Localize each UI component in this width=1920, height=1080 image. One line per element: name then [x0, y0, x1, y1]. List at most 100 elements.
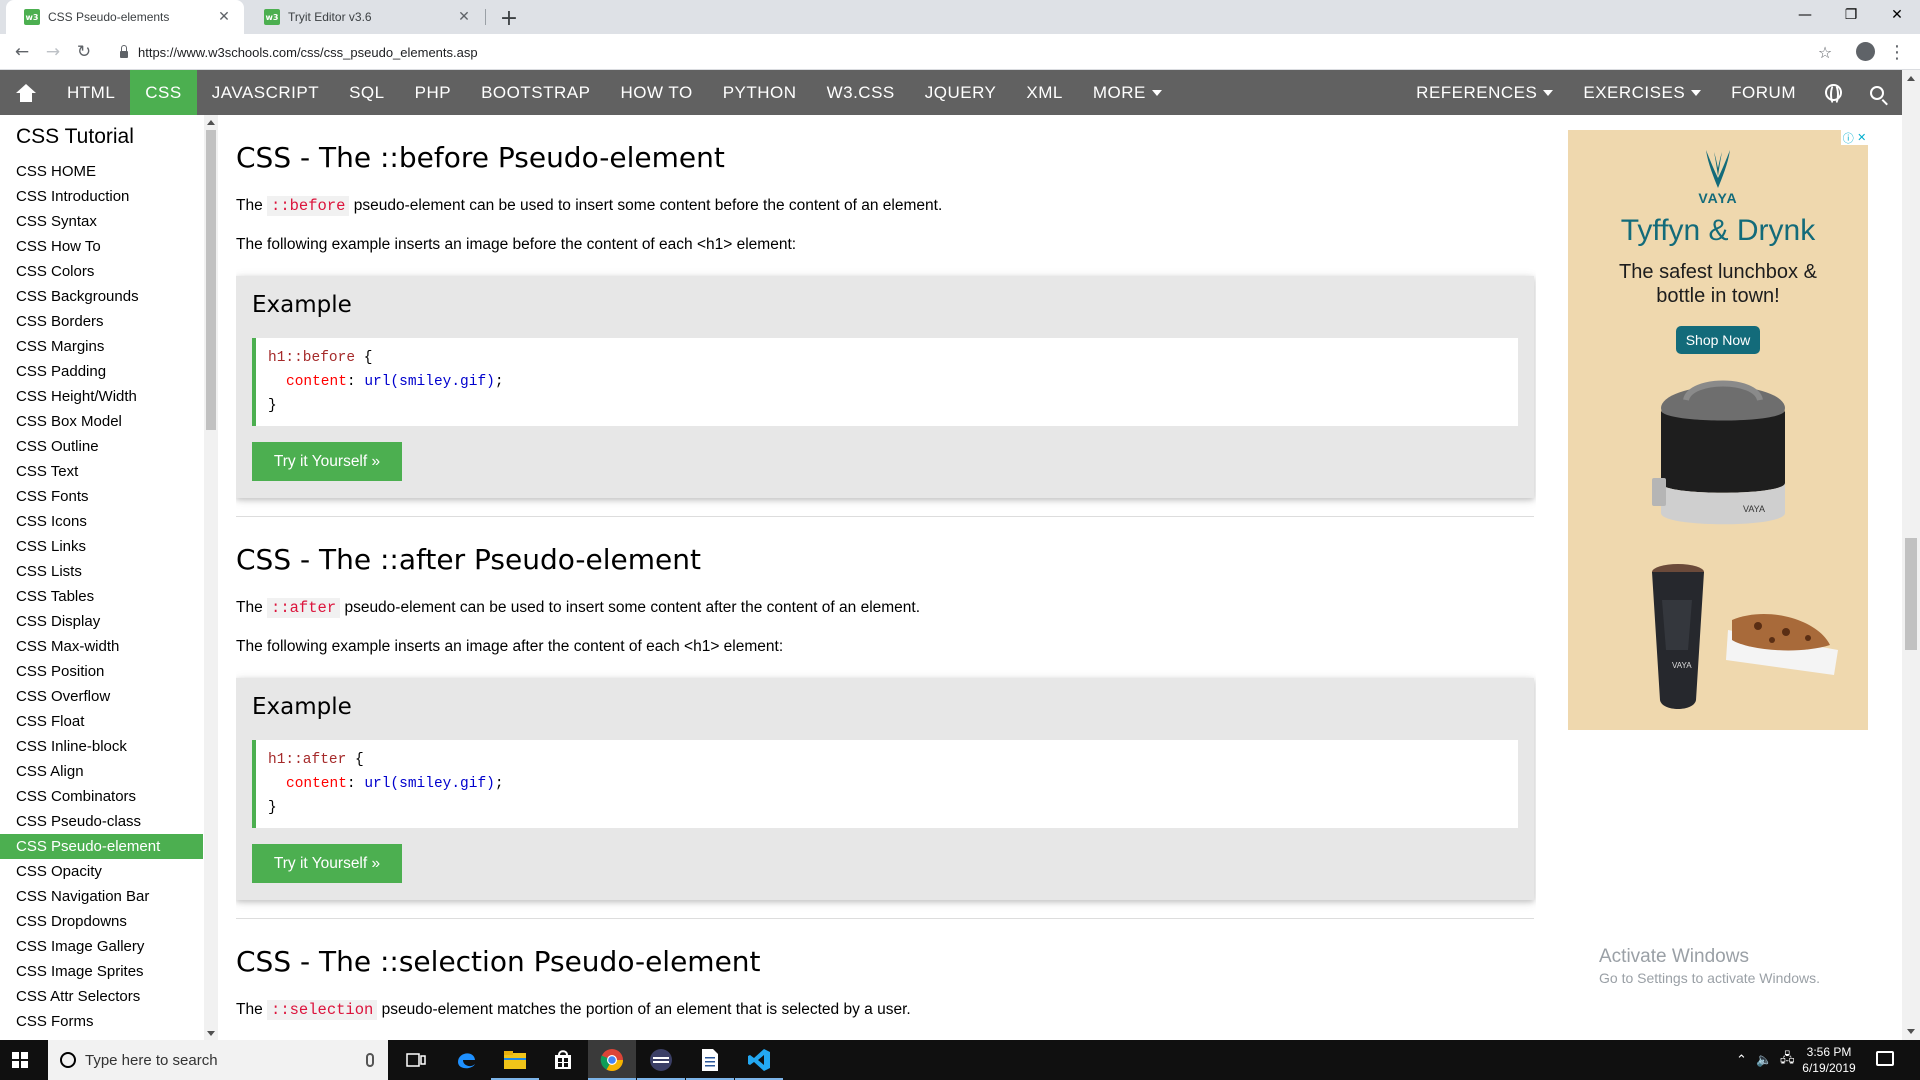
close-tab-icon[interactable]: ✕	[454, 7, 474, 27]
edge-browser-icon[interactable]	[442, 1040, 490, 1080]
sidebar-item-css-fonts[interactable]: CSS Fonts	[0, 484, 203, 509]
sidebar-item-css-align[interactable]: CSS Align	[0, 759, 203, 784]
page-scroll-thumb[interactable]	[1905, 538, 1917, 650]
new-tab-plus-icon[interactable]: +	[496, 5, 522, 31]
nav-php[interactable]: PHP	[400, 70, 466, 115]
close-tab-icon[interactable]: ✕	[214, 7, 234, 27]
task-view-icon[interactable]	[392, 1040, 440, 1080]
profile-avatar-icon[interactable]	[1856, 42, 1875, 61]
sidebar-item-css-overflow[interactable]: CSS Overflow	[0, 684, 203, 709]
nav-w3css[interactable]: W3.CSS	[812, 70, 910, 115]
sidebar-item-css-backgrounds[interactable]: CSS Backgrounds	[0, 284, 203, 309]
ad-choices-icon[interactable]: ⓘ ✕	[1841, 130, 1868, 145]
search-icon[interactable]	[1856, 70, 1902, 115]
app-launcher-icon[interactable]	[637, 1040, 685, 1080]
home-icon[interactable]	[0, 70, 52, 115]
sidebar-item-css-tables[interactable]: CSS Tables	[0, 584, 203, 609]
sidebar-item-css-how-to[interactable]: CSS How To	[0, 234, 203, 259]
windows-start-icon[interactable]	[12, 1052, 28, 1068]
back-arrow-icon[interactable]: ←	[10, 40, 34, 64]
scroll-up-arrow-icon[interactable]	[1907, 76, 1915, 81]
nav-javascript[interactable]: JAVASCRIPT	[197, 70, 334, 115]
sidebar-item-css-links[interactable]: CSS Links	[0, 534, 203, 559]
chrome-icon[interactable]	[588, 1040, 636, 1080]
microphone-icon[interactable]	[366, 1053, 374, 1067]
globe-icon[interactable]	[1811, 70, 1856, 115]
nav-more-dropdown[interactable]: MORE	[1078, 70, 1177, 115]
sidebar-item-css-icons[interactable]: CSS Icons	[0, 509, 203, 534]
sidebar-item-css-max-width[interactable]: CSS Max-width	[0, 634, 203, 659]
sidebar-item-css-display[interactable]: CSS Display	[0, 609, 203, 634]
nav-forum[interactable]: FORUM	[1716, 70, 1811, 115]
sidebar-scroll-thumb[interactable]	[206, 130, 216, 430]
sidebar-item-css-text[interactable]: CSS Text	[0, 459, 203, 484]
sidebar-item-css-dropdowns[interactable]: CSS Dropdowns	[0, 909, 203, 934]
sidebar-scrollbar[interactable]	[204, 115, 218, 1040]
scroll-up-arrow-icon[interactable]	[207, 120, 215, 125]
store-icon[interactable]	[539, 1040, 587, 1080]
tab-css-pseudo-elements[interactable]: w3 CSS Pseudo-elements ✕	[6, 0, 244, 34]
sidebar-item-css-home[interactable]: CSS HOME	[0, 159, 203, 184]
nav-how-to[interactable]: HOW TO	[605, 70, 707, 115]
sidebar-item-css-pseudo-class[interactable]: CSS Pseudo-class	[0, 809, 203, 834]
forward-arrow-icon[interactable]: →	[41, 40, 65, 64]
close-window-icon[interactable]: ✕	[1874, 0, 1920, 30]
nav-exercises-dropdown[interactable]: EXERCISES	[1568, 70, 1716, 115]
sidebar-item-css-image-sprites[interactable]: CSS Image Sprites	[0, 959, 203, 984]
sidebar-item-css-margins[interactable]: CSS Margins	[0, 334, 203, 359]
shop-now-button[interactable]: Shop Now	[1676, 326, 1760, 354]
sidebar-item-css-forms[interactable]: CSS Forms	[0, 1009, 203, 1034]
minimize-window-icon[interactable]: —	[1782, 0, 1828, 30]
sidebar-item-css-pseudo-element[interactable]: CSS Pseudo-element	[0, 834, 203, 859]
try-it-yourself-button[interactable]: Try it Yourself »	[252, 844, 402, 883]
sidebar-item-css-position[interactable]: CSS Position	[0, 659, 203, 684]
nav-python[interactable]: PYTHON	[708, 70, 812, 115]
tab-tryit-editor[interactable]: w3 Tryit Editor v3.6 ✕	[246, 0, 484, 34]
vscode-icon[interactable]	[735, 1040, 783, 1080]
scroll-down-arrow-icon[interactable]	[1907, 1029, 1915, 1034]
sidebar-item-css-introduction[interactable]: CSS Introduction	[0, 184, 203, 209]
sidebar-item-css-float[interactable]: CSS Float	[0, 709, 203, 734]
sidebar-item-css-height-width[interactable]: CSS Height/Width	[0, 384, 203, 409]
nav-references-dropdown[interactable]: REFERENCES	[1401, 70, 1568, 115]
sidebar-item-css-colors[interactable]: CSS Colors	[0, 259, 203, 284]
tutorial-sidebar: CSS Tutorial CSS HOME CSS Introduction CSS…	[0, 115, 220, 1040]
sidebar-item-css-box-model[interactable]: CSS Box Model	[0, 409, 203, 434]
nav-css[interactable]: CSS	[130, 70, 197, 115]
scroll-down-arrow-icon[interactable]	[207, 1031, 215, 1036]
show-hidden-icons-icon[interactable]: ⌃	[1736, 1040, 1747, 1080]
nav-sql[interactable]: SQL	[334, 70, 400, 115]
file-explorer-icon[interactable]	[491, 1040, 539, 1080]
nav-bootstrap[interactable]: BOOTSTRAP	[466, 70, 605, 115]
sidebar-item-css-borders[interactable]: CSS Borders	[0, 309, 203, 334]
reload-icon[interactable]: ↻	[72, 40, 96, 64]
sidebar-item-css-combinators[interactable]: CSS Combinators	[0, 784, 203, 809]
document-app-icon[interactable]	[686, 1040, 734, 1080]
address-bar[interactable]: https://www.w3schools.com/css/css_pseudo…	[108, 38, 1828, 66]
sidebar-item-css-padding[interactable]: CSS Padding	[0, 359, 203, 384]
sidebar-item-css-opacity[interactable]: CSS Opacity	[0, 859, 203, 884]
advertisement-banner[interactable]: ⓘ ✕ VAYA Tyffyn & Drynk The safest lunchb…	[1568, 130, 1868, 730]
sidebar-item-css-navigation-bar[interactable]: CSS Navigation Bar	[0, 884, 203, 909]
star-icon[interactable]: ☆	[1813, 40, 1837, 64]
sidebar-item-css-outline[interactable]: CSS Outline	[0, 434, 203, 459]
sidebar-item-css-attr-selectors[interactable]: CSS Attr Selectors	[0, 984, 203, 1009]
nav-xml[interactable]: XML	[1011, 70, 1077, 115]
sidebar-item-css-syntax[interactable]: CSS Syntax	[0, 209, 203, 234]
sidebar-item-css-image-gallery[interactable]: CSS Image Gallery	[0, 934, 203, 959]
sidebar-item-css-lists[interactable]: CSS Lists	[0, 559, 203, 584]
page-scrollbar[interactable]	[1902, 70, 1920, 1040]
try-it-yourself-button[interactable]: Try it Yourself »	[252, 442, 402, 481]
nav-html[interactable]: HTML	[52, 70, 130, 115]
taskbar-clock[interactable]: 3:56 PM 6/19/2019	[1790, 1044, 1868, 1076]
code-value: url(smiley.gif)	[364, 374, 495, 390]
sidebar-item-css-inline-block[interactable]: CSS Inline-block	[0, 734, 203, 759]
speaker-icon[interactable]: 🔈	[1756, 1040, 1772, 1080]
restore-window-icon[interactable]: ❐	[1828, 0, 1874, 30]
nav-jquery[interactable]: JQUERY	[910, 70, 1012, 115]
kebab-menu-icon[interactable]: ⋮	[1887, 40, 1907, 64]
lunchbox-product-image: VAYA	[1652, 380, 1785, 525]
vaya-logo-icon	[1706, 150, 1730, 188]
taskbar-search-box[interactable]: Type here to search	[48, 1040, 388, 1080]
action-center-icon[interactable]	[1876, 1051, 1894, 1066]
